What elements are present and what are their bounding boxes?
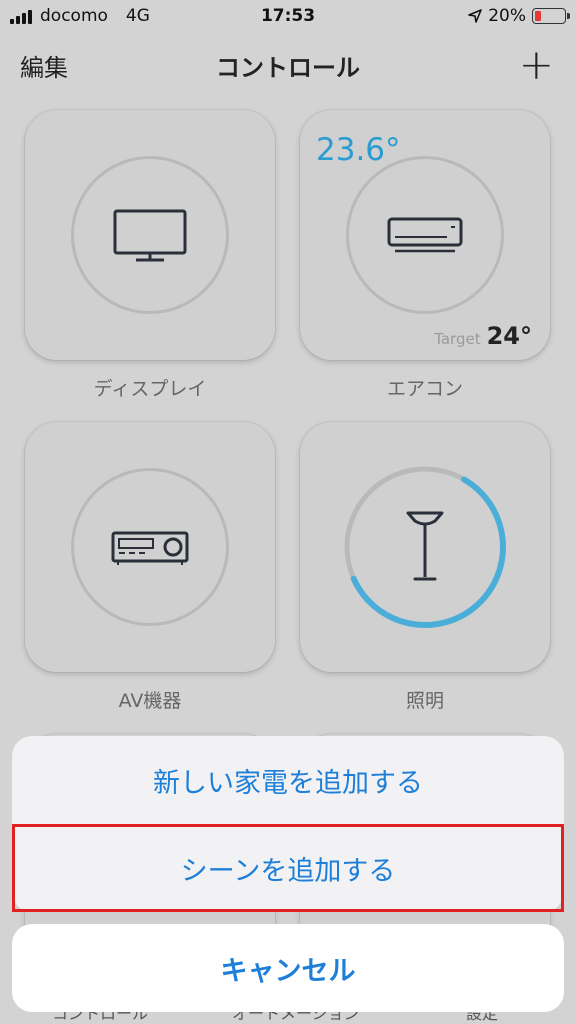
tile-av[interactable] <box>25 422 275 672</box>
av-receiver-icon <box>111 531 189 565</box>
page-title: コントロール <box>216 54 360 82</box>
target-label: Target <box>434 330 481 348</box>
status-bar: docomo 4G 17:53 20% <box>0 0 576 34</box>
air-conditioner-icon <box>387 217 463 253</box>
tile-lighting[interactable] <box>300 422 550 672</box>
location-arrow-icon <box>468 9 483 23</box>
battery-percent: 20% <box>488 6 526 26</box>
floor-lamp-icon <box>406 511 444 581</box>
add-scene-button[interactable]: シーンを追加する <box>12 824 564 912</box>
tile-label-av: AV機器 <box>118 690 182 712</box>
target-value: 24° <box>486 322 532 350</box>
tile-air-conditioner[interactable]: 23.6° Target 24° <box>300 110 550 360</box>
current-temperature: 23.6° <box>316 132 401 168</box>
tile-label-air-conditioner: エアコン <box>386 378 463 400</box>
target-temperature: Target 24° <box>434 322 532 350</box>
tile-label-lighting: 照明 <box>405 690 444 712</box>
tile-display[interactable] <box>25 110 275 360</box>
tile-label-display: ディスプレイ <box>93 378 207 400</box>
battery-icon <box>532 8 570 24</box>
add-appliance-button[interactable]: 新しい家電を追加する <box>12 736 564 824</box>
battery-info: 20% <box>468 6 570 26</box>
nav-bar: 編集 コントロール + <box>0 40 576 90</box>
action-sheet: 新しい家電を追加する シーンを追加する <box>12 736 564 912</box>
add-button[interactable]: + <box>519 40 554 90</box>
tv-icon <box>113 209 187 262</box>
cancel-button[interactable]: キャンセル <box>12 924 564 1012</box>
